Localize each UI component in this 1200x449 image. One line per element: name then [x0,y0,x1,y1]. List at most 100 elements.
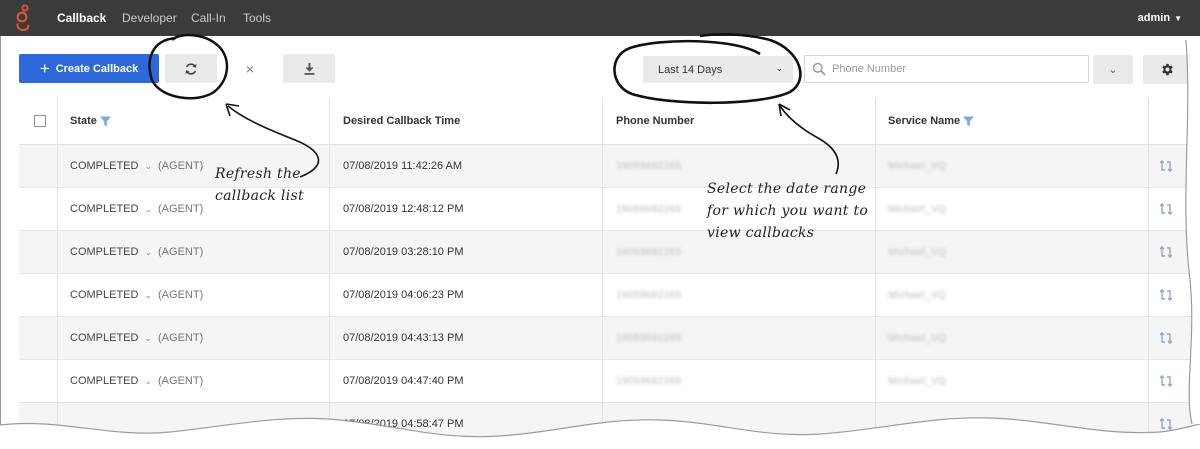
genesys-logo-icon[interactable] [13,4,33,32]
state-agent: (AGENT) [158,246,204,258]
callback-icon[interactable] [1159,374,1173,388]
settings-button[interactable] [1143,55,1191,84]
refresh-annotation: Refresh the callback list [215,163,304,207]
callback-icon[interactable] [1159,159,1173,173]
phone-number-cell: 19059682265 [616,289,682,301]
column-divider [329,98,330,435]
filter-icon[interactable] [99,116,111,127]
date-annotation-line: for which you want to [707,203,869,219]
state-agent: (AGENT) [158,332,204,344]
callback-action-cell [1159,145,1173,187]
date-annotation-line: view callbacks [707,225,815,241]
refresh-icon [185,62,197,75]
callback-icon[interactable] [1159,288,1173,302]
column-phone-number[interactable]: Phone Number [616,98,694,144]
column-service-name[interactable]: Service Name [888,98,975,144]
callback-time-cell: 07/08/2019 12:48:12 PM [343,203,464,215]
state-cell: COMPLETED ⌄ (AGENT) [70,360,203,402]
refresh-button[interactable] [165,54,217,83]
callback-icon[interactable] [1159,202,1173,216]
chevron-down-icon[interactable]: ⌄ [144,161,152,172]
clear-button[interactable]: × [225,54,275,83]
callback-action-cell [1159,231,1173,273]
date-annotation: Select the date range for which you want… [707,178,868,244]
service-name-cell: Michael_VQ [888,289,947,301]
service-name-cell: Michael_VQ [888,246,947,258]
chevron-down-icon[interactable]: ⌄ [144,333,152,344]
select-all-checkbox[interactable] [34,115,46,127]
date-range-select[interactable]: Last 14 Days ⌄ [643,56,793,83]
state-value: COMPLETED [70,246,139,258]
state-agent: (AGENT) [158,203,204,215]
table-header: State Desired Callback Time Phone Number… [19,98,1191,145]
chevron-down-icon[interactable]: ⌄ [144,376,152,387]
state-cell: COMPLETED ⌄ (AGENT) [70,317,203,359]
create-callback-button[interactable]: + Create Callback [19,54,159,83]
callback-time-cell: 07/08/2019 03:28:10 PM [343,246,464,258]
state-value: COMPLETED [70,375,139,387]
callback-time-cell: 07/08/2019 11:42:26 AM [343,160,463,172]
state-value: COMPLETED [70,332,139,344]
state-cell: COMPLETED ⌄ (AGENT) [70,231,203,273]
user-menu[interactable]: admin ▼ [1138,12,1182,24]
chevron-down-icon[interactable]: ⌄ [144,290,152,301]
callback-action-cell [1159,188,1173,230]
state-cell: COMPLETED ⌄ (AGENT) [70,145,203,187]
chevron-down-icon[interactable]: ⌄ [144,204,152,215]
callback-icon[interactable] [1159,417,1173,431]
nav-developer[interactable]: Developer [122,11,177,25]
state-cell: COMPLETED ⌄ (AGENT) [70,274,203,316]
chevron-down-icon: ⌄ [775,63,783,73]
top-nav: Callback Developer Call-In Tools admin ▼ [0,0,1200,36]
state-value: COMPLETED [70,203,139,215]
table-row[interactable]: COMPLETED ⌄ (AGENT) 07/08/2019 04:06:23 PM 1… [19,274,1191,317]
date-annotation-line: Select the date range [707,181,867,197]
close-icon: × [245,60,255,77]
callback-time-cell: 07/08/2019 04:06:23 PM [343,289,464,301]
caret-down-icon: ▼ [1174,14,1182,23]
callback-action-cell [1159,360,1173,402]
phone-search-input[interactable] [832,63,1072,75]
callback-icon[interactable] [1159,245,1173,259]
table-row[interactable]: COMPLETED ⌄ (AGENT) 07/08/2019 12:48:12 PM 1… [19,188,1191,231]
callback-time-cell: 07/08/2019 04:58:47 PM [343,418,464,430]
state-agent: (AGENT) [158,289,204,301]
phone-search[interactable] [804,55,1089,83]
state-value: COMPLETED [70,160,139,172]
chevron-down-icon[interactable]: ⌄ [144,247,152,258]
refresh-annotation-line: callback list [215,188,304,204]
table-row[interactable]: COMPLETED ⌄ (AGENT) 07/08/2019 11:42:26 AM 1… [19,145,1191,188]
table-row[interactable]: COMPLETED ⌄ (AGENT) 07/08/2019 04:43:13 PM 1… [19,317,1191,360]
search-options-button[interactable]: ⌄ [1093,55,1133,84]
nav-tools[interactable]: Tools [243,11,271,25]
callback-action-cell [1159,403,1173,445]
column-desired-time[interactable]: Desired Callback Time [343,98,460,144]
phone-number-cell: 19059682265 [616,375,682,387]
column-state[interactable]: State [70,98,111,144]
download-button[interactable] [283,54,335,83]
phone-number-cell: 19059682265 [616,332,682,344]
column-divider [602,98,603,435]
nav-call-in[interactable]: Call-In [191,11,226,25]
state-cell: COMPLETED ⌄ (AGENT) [70,188,203,230]
callback-action-cell [1159,317,1173,359]
gear-icon [1161,63,1173,76]
refresh-annotation-line: Refresh the [215,166,301,182]
select-all-cell [34,98,46,144]
service-name-cell: Michael_VQ [888,203,947,215]
table-row[interactable]: 07/08/2019 04:58:47 PM [19,403,1191,446]
phone-number-cell: 19059682265 [616,160,682,172]
create-callback-label: Create Callback [55,62,139,75]
filter-icon[interactable] [963,116,975,127]
callback-time-cell: 07/08/2019 04:47:40 PM [343,375,464,387]
download-icon [304,63,314,75]
nav-callback[interactable]: Callback [57,11,106,25]
column-state-label: State [70,115,97,127]
table-row[interactable]: COMPLETED ⌄ (AGENT) 07/08/2019 03:28:10 PM 1… [19,231,1191,274]
phone-number-cell: 19059682265 [616,246,682,258]
callback-icon[interactable] [1159,331,1173,345]
column-divider [875,98,876,435]
chevron-down-icon: ⌄ [1108,64,1118,76]
table-row[interactable]: COMPLETED ⌄ (AGENT) 07/08/2019 04:47:40 PM 1… [19,360,1191,403]
state-agent: (AGENT) [158,375,204,387]
